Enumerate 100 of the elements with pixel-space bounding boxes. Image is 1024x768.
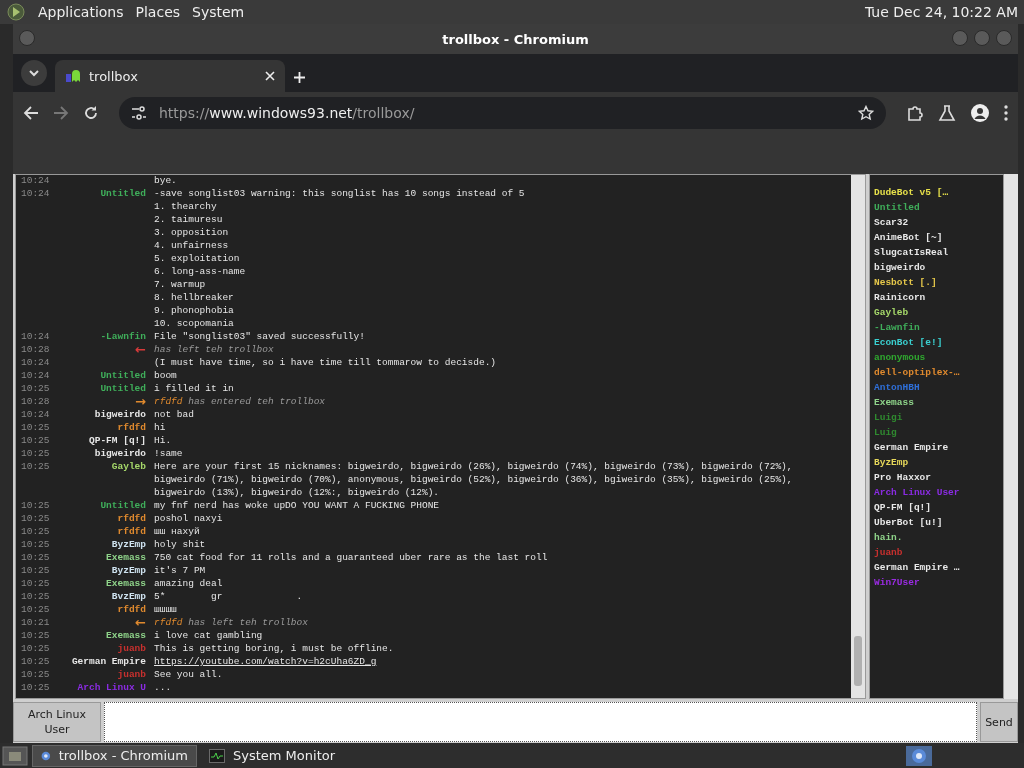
message-text: i filled it in <box>154 382 235 395</box>
timestamp: 10:25 <box>20 460 51 474</box>
user-name[interactable]: anonymous <box>874 350 926 365</box>
user-name[interactable]: Rainicorn <box>874 290 926 305</box>
message-text: 6. long-ass-name <box>154 265 247 278</box>
address-bar[interactable]: https://www.windows93.net/trollbox/ <box>119 97 886 129</box>
back-icon[interactable] <box>23 105 39 121</box>
panel-menu[interactable]: Applications <box>38 4 124 20</box>
message-text: 2. taimuresu <box>154 213 224 226</box>
nickname[interactable]: Gayleb <box>111 460 146 473</box>
nickname[interactable]: rfdfd <box>117 525 146 538</box>
nickname[interactable]: -Lawnfin <box>100 330 146 343</box>
nickname[interactable]: Exemass <box>106 551 146 564</box>
nickname[interactable]: bigweirdo <box>94 408 146 421</box>
logo-icon[interactable] <box>6 2 26 22</box>
event-arrow: → <box>135 395 146 408</box>
timestamp: 10:28 <box>20 343 51 356</box>
user-name[interactable]: German Empire <box>874 440 949 455</box>
nickname[interactable]: Untitled <box>100 382 146 395</box>
timestamp: 10:25 <box>20 564 51 577</box>
message-text: 7. warmup <box>154 278 207 291</box>
reload-icon[interactable] <box>83 105 99 121</box>
star-icon[interactable] <box>858 105 874 121</box>
taskbar-item[interactable]: System Monitor <box>201 744 366 767</box>
user-name[interactable]: Scar32 <box>874 215 909 230</box>
user-name[interactable]: hain. <box>874 530 903 545</box>
nickname[interactable]: rfdfd <box>117 603 146 616</box>
user-name[interactable]: Luigi <box>874 410 903 425</box>
message-text: it's 7 PM <box>154 564 207 577</box>
user-name[interactable]: Pro Haxxor <box>874 470 931 485</box>
event-arrow: ← <box>135 343 146 356</box>
nickname[interactable]: QP-FM [q!] <box>89 434 146 447</box>
user-name[interactable]: bigweirdo <box>874 260 926 275</box>
nickname[interactable]: rfdfd <box>117 512 146 525</box>
timestamp: 10:25 <box>20 538 51 551</box>
user-name[interactable]: EconBot [e!] <box>874 335 943 350</box>
taskbar-item[interactable]: trollbox - Chromium <box>32 744 197 767</box>
user-name[interactable]: Nesbott [.] <box>874 275 937 290</box>
nickname[interactable]: Exemass <box>106 577 146 590</box>
message-input[interactable] <box>104 702 977 742</box>
nickname[interactable]: Untitled <box>100 369 146 382</box>
url-text[interactable]: https://www.windows93.net/trollbox/ <box>159 105 846 121</box>
user-name[interactable]: Exemass <box>874 395 914 410</box>
message-text: 750 cat food for 11 rolls and a guaranteed uber rare as the last roll <box>154 551 549 564</box>
event-text: rfdfd has entered teh trollbox <box>154 395 327 408</box>
timestamp: 10:24 <box>20 187 51 200</box>
user-name[interactable]: Luig <box>874 425 897 440</box>
nickname[interactable]: Untitled <box>100 187 146 200</box>
timestamp: 10:25 <box>20 551 51 564</box>
panel-menu[interactable]: Places <box>135 4 181 20</box>
browser-tab[interactable]: trollbox <box>55 60 285 92</box>
nickname[interactable]: BvzEmp <box>111 590 146 603</box>
nickname[interactable]: bigweirdo <box>94 447 146 460</box>
nickname[interactable]: Untitled <box>100 499 146 512</box>
close-icon[interactable] <box>265 71 275 81</box>
forward-icon[interactable] <box>53 105 69 121</box>
message-text: 1. thearchy <box>154 200 218 213</box>
nickname[interactable]: German Empire <box>71 655 146 668</box>
scrollbar[interactable] <box>1004 174 1018 699</box>
user-name[interactable]: Untitled <box>874 200 920 215</box>
chevron-down-icon <box>29 69 39 77</box>
send-button[interactable]: Send <box>980 702 1018 742</box>
nickname-button[interactable]: Arch Linux User <box>13 702 101 742</box>
user-name[interactable]: QP-FM [q!] <box>874 500 931 515</box>
message-text: 10. scopomania <box>154 317 235 330</box>
nickname[interactable]: rfdfd <box>117 421 146 434</box>
user-name[interactable]: -Lawnfin <box>874 320 920 335</box>
tray-button[interactable] <box>906 745 932 766</box>
message-text: boom <box>154 369 178 382</box>
nickname[interactable]: ByzEmp <box>111 564 146 577</box>
profile-icon[interactable] <box>970 103 990 123</box>
puzzle-icon[interactable] <box>906 104 924 122</box>
message-link[interactable]: https://youtube.com/watch?v=h2cUha6ZD_g <box>154 655 851 668</box>
timestamp: 10:25 <box>20 642 51 655</box>
user-name[interactable]: German Empire … <box>874 560 960 575</box>
monitor-icon <box>209 748 225 763</box>
menu-icon[interactable] <box>1004 105 1008 121</box>
message-text: Hi. <box>154 434 173 447</box>
nickname[interactable]: ByzEmp <box>111 538 146 551</box>
timestamp: 10:25 <box>20 499 51 512</box>
user-name[interactable]: DudeBot v5 [… <box>874 185 949 200</box>
user-name[interactable]: Gayleb <box>874 305 909 320</box>
nickname[interactable]: Exemass <box>106 629 146 642</box>
user-name[interactable]: SlugcatIsReal <box>874 245 949 260</box>
tab-search-button[interactable] <box>21 60 47 86</box>
timestamp: 10:25 <box>20 421 51 434</box>
show-desktop-icon[interactable] <box>2 745 28 766</box>
clock[interactable]: Tue Dec 24, 10:22 AM <box>864 4 1018 20</box>
user-name[interactable]: dell-optiplex-… <box>874 365 960 380</box>
site-settings-icon[interactable] <box>131 106 147 120</box>
flask-icon[interactable] <box>938 104 956 122</box>
plus-icon[interactable] <box>293 71 306 84</box>
user-name[interactable]: UberBot [u!] <box>874 515 943 530</box>
scrollbar-thumb[interactable] <box>854 636 862 686</box>
timestamp: 10:25 <box>20 434 51 447</box>
scrollbar[interactable] <box>851 175 865 698</box>
user-name[interactable]: AnimeBot [~] <box>874 230 943 245</box>
timestamp: 10:25 <box>20 382 51 395</box>
user-name[interactable]: ByzEmp <box>874 455 909 470</box>
panel-menu[interactable]: System <box>192 4 245 20</box>
